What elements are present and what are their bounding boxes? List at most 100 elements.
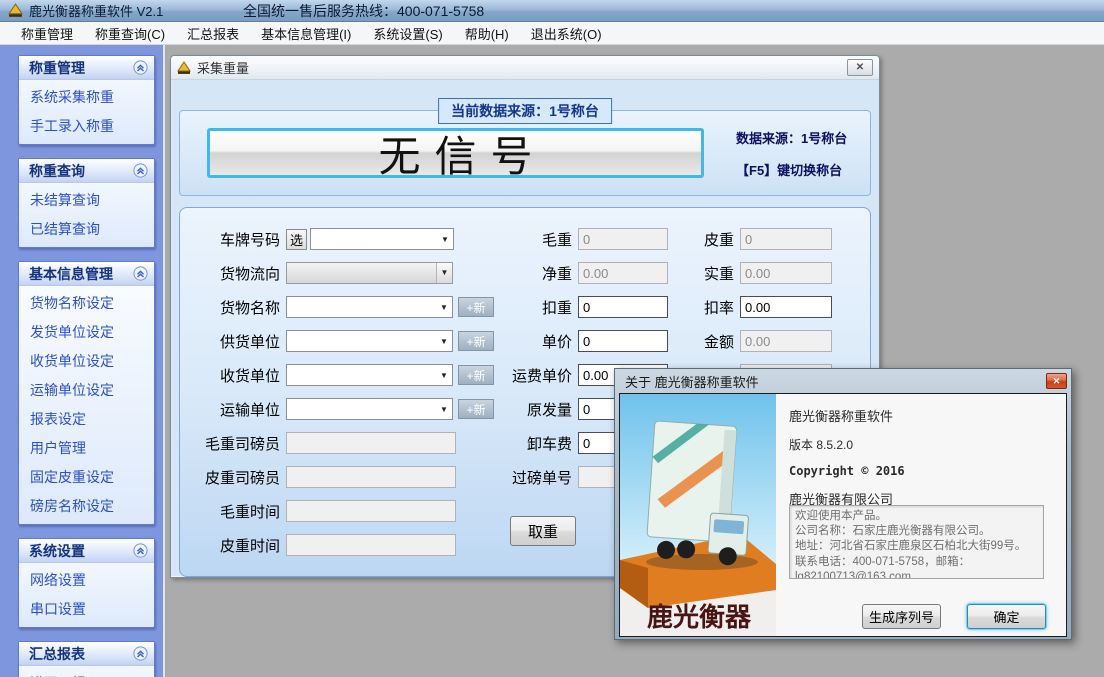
copyright-text: Copyright © 2016 [789, 464, 1054, 478]
menu-weighing-management[interactable]: 称重管理 [10, 21, 84, 46]
panel-title: 称重管理 [29, 58, 133, 78]
window-logo-scale-icon [177, 61, 191, 75]
sidebar-item-settled-query[interactable]: 已结算查询 [19, 214, 154, 243]
weigh-ticket-number-label: 过磅单号 [480, 467, 578, 488]
panel-title: 称重查询 [29, 161, 133, 181]
form-row-actual-weight: 实重 [670, 256, 832, 290]
form-row-tare-operator: 皮重司磅员 [194, 460, 494, 494]
collapse-chevron-icon[interactable] [133, 266, 148, 281]
tare-weight-label: 皮重 [670, 229, 740, 250]
menu-exit[interactable]: 退出系统(O) [520, 21, 613, 46]
gross-weight-label: 毛重 [480, 229, 578, 250]
form-row-supplier: 供货单位 ▼ +新 [194, 324, 494, 358]
deduct-weight-field[interactable] [578, 296, 668, 318]
chevron-down-icon: ▼ [436, 303, 452, 312]
collapse-chevron-icon[interactable] [133, 163, 148, 178]
supplier-combo[interactable]: ▼ [286, 330, 453, 352]
sidebar-item-receiver-setting[interactable]: 收货单位设定 [19, 346, 154, 375]
form-row-tare-time: 皮重时间 [194, 528, 494, 562]
menu-weighing-query[interactable]: 称重查询(C) [84, 21, 176, 46]
goods-flow-combo[interactable]: ▼ [286, 262, 453, 284]
unit-price-field[interactable] [578, 330, 668, 352]
supplier-label: 供货单位 [194, 331, 286, 352]
product-version: 版本 8.5.2.0 [789, 436, 1054, 453]
ok-button[interactable]: 确定 [967, 604, 1046, 629]
goods-name-label: 货物名称 [194, 297, 286, 318]
original-quantity-label: 原发量 [480, 399, 578, 420]
form-row-unit-price: 单价 [480, 324, 668, 358]
app-title: 鹿光衡器称重软件 V2.1 [29, 1, 163, 20]
menu-bar: 称重管理 称重查询(C) 汇总报表 基本信息管理(I) 系统设置(S) 帮助(H… [0, 22, 1104, 45]
form-row-gross-time: 毛重时间 [194, 494, 494, 528]
sidebar-item-report-setting[interactable]: 报表设定 [19, 404, 154, 433]
amount-field [740, 330, 832, 352]
gross-time-field [286, 500, 456, 522]
sidebar-item-user-management[interactable]: 用户管理 [19, 433, 154, 462]
about-dialog-buttons: 生成序列号 确定 [776, 604, 1046, 629]
tare-time-field [286, 534, 456, 556]
goods-name-combo[interactable]: ▼ [286, 296, 453, 318]
collect-weight-titlebar: 采集重量 ✕ [171, 56, 879, 80]
panel-title: 基本信息管理 [29, 264, 133, 284]
sidebar-item-fixed-tare-setting[interactable]: 固定皮重设定 [19, 462, 154, 491]
sidebar-panel-system-settings: 系统设置 网络设置 串口设置 [18, 538, 155, 628]
form-row-tare-weight: 皮重 [670, 222, 832, 256]
about-dialog-details: 鹿光衡器称重软件 版本 8.5.2.0 Copyright © 2016 鹿光衡… [776, 394, 1066, 636]
sidebar-item-shipper-setting[interactable]: 发货单位设定 [19, 317, 154, 346]
sidebar-panel-summary-reports-header[interactable]: 汇总报表 [19, 642, 154, 666]
current-source-banner: 当前数据来源：1号称台 [438, 98, 612, 124]
about-dialog-titlebar: 关于 鹿光衡器称重软件 ✕ [619, 369, 1067, 393]
collapse-chevron-icon[interactable] [133, 543, 148, 558]
sidebar-item-manual-entry-weighing[interactable]: 手工录入称重 [19, 111, 154, 140]
collapse-chevron-icon[interactable] [133, 60, 148, 75]
sidebar-item-transport-setting[interactable]: 运输单位设定 [19, 375, 154, 404]
form-right-column: 皮重 实重 扣率 金额 [670, 222, 832, 392]
take-weight-button[interactable]: 取重 [510, 516, 576, 546]
plate-number-label: 车牌号码 [194, 229, 286, 250]
sidebar-item-unsettled-query[interactable]: 未结算查询 [19, 185, 154, 214]
menu-basic-info-management[interactable]: 基本信息管理(I) [250, 21, 362, 46]
tare-operator-field [286, 466, 456, 488]
transport-label: 运输单位 [194, 399, 286, 420]
sidebar-panel-weighing-header[interactable]: 称重管理 [19, 56, 154, 80]
collapse-chevron-icon[interactable] [133, 646, 148, 661]
panel-title: 系统设置 [29, 541, 133, 561]
deduct-weight-label: 扣重 [480, 297, 578, 318]
actual-weight-field [740, 262, 832, 284]
generate-serial-button[interactable]: 生成序列号 [862, 604, 941, 629]
chevron-down-icon: ▼ [436, 263, 452, 283]
plate-number-combo[interactable]: ▼ [310, 228, 454, 250]
os-titlebar: 鹿光衡器称重软件 V2.1 全国统一售后服务热线：400-071-5758 [0, 0, 1104, 22]
close-icon[interactable]: ✕ [1046, 373, 1067, 389]
form-row-transport: 运输单位 ▼ +新 [194, 392, 494, 426]
goods-flow-label: 货物流向 [194, 263, 286, 284]
plate-select-button[interactable]: 选 [286, 229, 307, 250]
menu-help[interactable]: 帮助(H) [454, 21, 520, 46]
menu-summary-report[interactable]: 汇总报表 [176, 21, 250, 46]
menu-system-settings[interactable]: 系统设置(S) [362, 21, 453, 46]
sidebar-panel-query-header[interactable]: 称重查询 [19, 159, 154, 183]
close-icon[interactable]: ✕ [847, 59, 873, 76]
receiver-combo[interactable]: ▼ [286, 364, 453, 386]
sidebar-item-inbound-daily-report[interactable]: 进厂日报 [19, 668, 154, 677]
chevron-down-icon: ▼ [436, 405, 452, 414]
sidebar-panel-query: 称重查询 未结算查询 已结算查询 [18, 158, 155, 248]
deduct-rate-field[interactable] [740, 296, 832, 318]
sidebar-panel-basic-info-header[interactable]: 基本信息管理 [19, 262, 154, 286]
sidebar-item-weighhouse-name-setting[interactable]: 磅房名称设定 [19, 491, 154, 520]
mdi-workspace: 采集重量 ✕ 当前数据来源：1号称台 无信号 数据来源：1号称台 【F5】键切换… [163, 45, 1104, 677]
sidebar-item-serial-port-settings[interactable]: 串口设置 [19, 594, 154, 623]
transport-combo[interactable]: ▼ [286, 398, 453, 420]
form-row-deduct-weight: 扣重 [480, 290, 668, 324]
sidebar: 称重管理 系统采集称重 手工录入称重 称重查询 未结算查询 已结算查询 [0, 45, 163, 677]
sidebar-item-system-collect-weighing[interactable]: 系统采集称重 [19, 82, 154, 111]
sidebar-item-goods-name-setting[interactable]: 货物名称设定 [19, 288, 154, 317]
application-window: 鹿光衡器称重软件 V2.1 全国统一售后服务热线：400-071-5758 称重… [0, 0, 1104, 677]
sidebar-panel-system-settings-header[interactable]: 系统设置 [19, 539, 154, 563]
form-row-gross-operator: 毛重司磅员 [194, 426, 494, 460]
truck-on-weighbridge-image: 鹿光衡器 [620, 394, 776, 636]
form-row-deduct-rate: 扣率 [670, 290, 832, 324]
app-logo-scale-icon [8, 3, 23, 18]
form-row-gross-weight: 毛重 [480, 222, 668, 256]
sidebar-item-network-settings[interactable]: 网络设置 [19, 565, 154, 594]
